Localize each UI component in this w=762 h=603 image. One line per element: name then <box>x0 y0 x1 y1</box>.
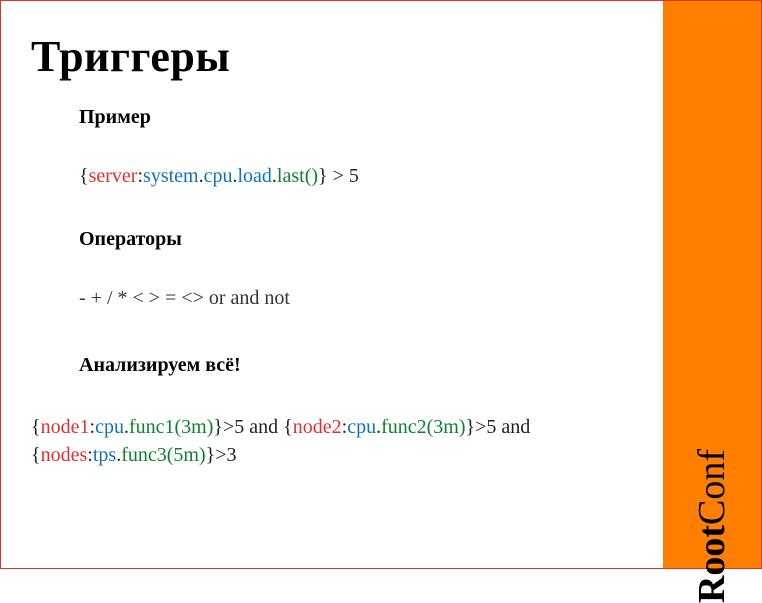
token-func2: func2(3m) <box>381 416 465 438</box>
example-expression: {server:system.cpu.load.last()} > 5 <box>79 165 633 188</box>
token-func3: func3(5m) <box>121 444 205 466</box>
token-func1: func1(3m) <box>129 416 213 438</box>
token-node1: node1 <box>41 416 90 438</box>
brand-root: Root <box>691 525 733 603</box>
section-analyze-heading: Анализируем всё! <box>79 354 633 377</box>
brace-close: } <box>213 416 223 438</box>
token-cpu: cpu <box>347 416 376 438</box>
brace-open: { <box>283 416 293 438</box>
token-rest: >5 and <box>475 416 530 438</box>
brand-sidebar: RootConf <box>663 1 761 568</box>
token-system: system <box>143 165 199 187</box>
brace-open: { <box>31 444 41 466</box>
brand-conf: Conf <box>691 449 733 525</box>
operators-list: - + / * < > = <> or and not <box>79 287 633 310</box>
brace-close: } <box>318 165 328 187</box>
slide-title: Триггеры <box>31 31 633 82</box>
token-load: load <box>237 165 271 187</box>
brace-close: } <box>206 444 216 466</box>
token-last: last() <box>277 165 318 187</box>
token-rest: >5 and <box>223 416 283 438</box>
token-nodes: nodes <box>41 444 88 466</box>
token-cpu: cpu <box>204 165 233 187</box>
brace-open: { <box>79 165 89 187</box>
token-node2: node2 <box>293 416 342 438</box>
brand-logo: RootConf <box>690 449 734 603</box>
token-server: server <box>89 165 138 187</box>
section-example-heading: Пример <box>79 106 633 129</box>
token-cpu: cpu <box>95 416 124 438</box>
analyze-expression: {node1:cpu.func1(3m)}>5 and {node2:cpu.f… <box>31 413 633 469</box>
brace-close: } <box>466 416 476 438</box>
token-rest: >3 <box>215 444 236 466</box>
section-operators-heading: Операторы <box>79 228 633 251</box>
brace-open: { <box>31 416 41 438</box>
slide-content: Триггеры Пример {server:system.cpu.load.… <box>1 1 663 568</box>
token-rest: > 5 <box>328 165 359 187</box>
token-tps: tps <box>93 444 116 466</box>
